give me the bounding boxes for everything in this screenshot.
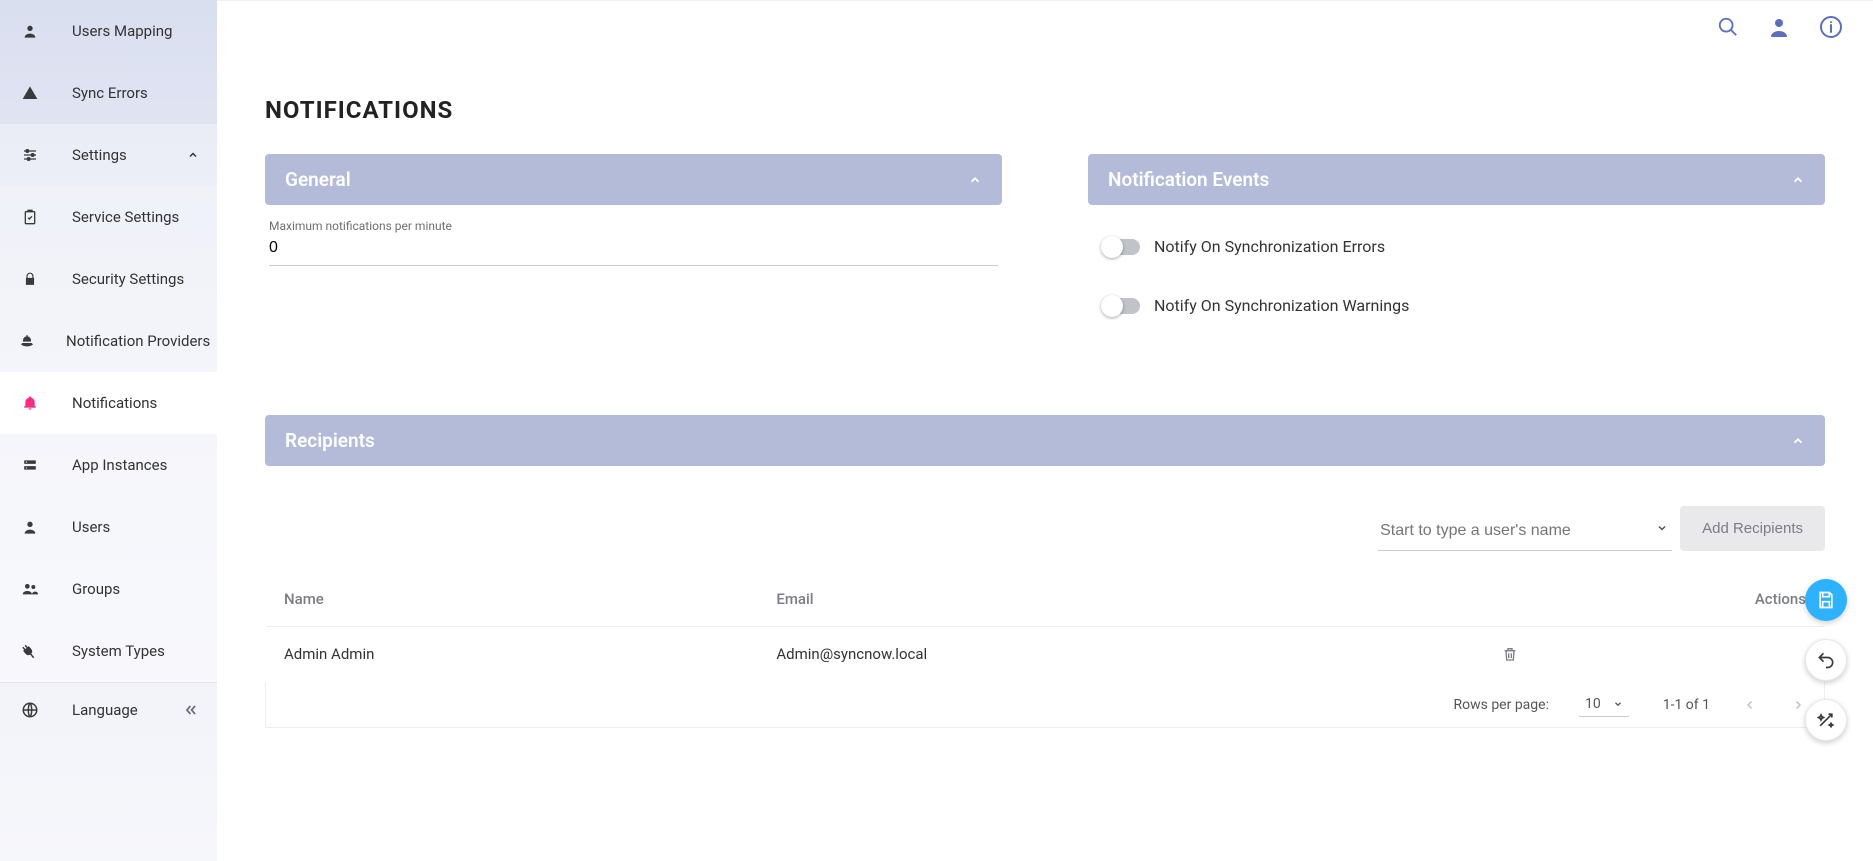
panel-header-general[interactable]: General — [265, 154, 1002, 205]
sidebar-item-system-types[interactable]: System Types — [0, 620, 217, 682]
sidebar-item-groups[interactable]: Groups — [0, 558, 217, 620]
user-icon — [18, 519, 42, 535]
globe-icon — [18, 701, 42, 719]
delete-recipient-button[interactable] — [1502, 645, 1806, 663]
sidebar-settings-submenu: Service Settings Security Settings Notif… — [0, 186, 217, 682]
sidebar-item-security-settings[interactable]: Security Settings — [0, 248, 217, 310]
panel-general: General Maximum notifications per minute — [265, 154, 1002, 355]
undo-fab[interactable] — [1805, 639, 1847, 681]
rows-per-page-select[interactable]: 10 — [1579, 692, 1629, 717]
panel-header-label: Notification Events — [1108, 168, 1269, 191]
main-content: NOTIFICATIONS General Maximum notificati… — [217, 0, 1873, 861]
toggle-notify-sync-errors: Notify On Synchronization Errors — [1102, 237, 1821, 256]
page-title: NOTIFICATIONS — [265, 96, 1825, 124]
chevron-up-icon — [187, 149, 199, 161]
toggle-notify-sync-warnings: Notify On Synchronization Warnings — [1102, 296, 1821, 315]
prev-page-button[interactable] — [1744, 698, 1756, 712]
lock-icon — [18, 271, 42, 287]
sidebar-item-label: Settings — [72, 146, 187, 164]
table-row: Admin Admin Admin@syncnow.local — [266, 627, 1825, 682]
sidebar-item-settings[interactable]: Settings — [0, 124, 217, 186]
field-max-notifications: Maximum notifications per minute — [269, 219, 998, 266]
sidebar-item-notification-providers[interactable]: Notification Providers — [0, 310, 217, 372]
toggle-label: Notify On Synchronization Warnings — [1154, 296, 1409, 315]
toggle-switch[interactable] — [1102, 298, 1140, 314]
recipient-picker-input[interactable] — [1378, 512, 1672, 551]
field-label: Maximum notifications per minute — [269, 219, 998, 233]
panel-notification-events: Notification Events Notify On Synchroniz… — [1088, 154, 1825, 355]
server-icon — [18, 458, 42, 472]
sidebar-footer: Language — [0, 682, 217, 737]
recipients-table: Name Email Actions Admin Admin Admin@syn… — [265, 571, 1825, 682]
panel-header-recipients[interactable]: Recipients — [265, 415, 1825, 466]
floating-actions — [1805, 579, 1847, 741]
save-fab[interactable] — [1805, 579, 1847, 621]
plug-icon — [18, 642, 42, 660]
info-icon[interactable] — [1819, 15, 1843, 39]
rows-per-page-label: Rows per page: — [1453, 697, 1548, 713]
rows-per-page-value: 10 — [1585, 696, 1601, 712]
sidebar-item-label: System Types — [72, 642, 199, 660]
clipboard-icon — [18, 208, 42, 226]
sidebar-item-sync-errors[interactable]: Sync Errors — [0, 62, 217, 124]
bell-icon — [18, 394, 42, 412]
panel-header-label: General — [285, 168, 351, 191]
user-icon — [18, 23, 42, 39]
sidebar-item-label: Service Settings — [72, 208, 199, 226]
sliders-icon — [18, 147, 42, 163]
cell-email: Admin@syncnow.local — [758, 627, 1484, 682]
sidebar-item-label: Users — [72, 518, 199, 536]
col-name: Name — [266, 572, 759, 627]
sidebar-item-users-mapping[interactable]: Users Mapping — [0, 0, 217, 62]
sidebar-item-label: Notification Providers — [66, 332, 210, 350]
sidebar-item-label: App Instances — [72, 456, 199, 474]
search-icon[interactable] — [1717, 16, 1739, 38]
topbar — [1717, 15, 1843, 39]
sidebar-item-label: Security Settings — [72, 270, 199, 288]
add-recipients-button[interactable]: Add Recipients — [1680, 506, 1825, 551]
chevron-up-icon — [968, 173, 982, 187]
chevron-up-icon — [1791, 173, 1805, 187]
sidebar-item-notifications[interactable]: Notifications — [0, 372, 217, 434]
sidebar-item-label: Users Mapping — [72, 22, 199, 40]
magic-fab[interactable] — [1805, 699, 1847, 741]
max-notifications-input[interactable] — [269, 233, 998, 266]
col-actions: Actions — [1484, 572, 1825, 627]
col-email: Email — [758, 572, 1484, 627]
user-menu-icon[interactable] — [1767, 15, 1791, 39]
pagination-range: 1-1 of 1 — [1663, 697, 1710, 713]
chevron-up-icon — [1791, 434, 1805, 448]
sidebar-item-app-instances[interactable]: App Instances — [0, 434, 217, 496]
next-page-button[interactable] — [1792, 698, 1804, 712]
sidebar: Users Mapping Sync Errors Settings Servi… — [0, 0, 217, 861]
sidebar-item-users[interactable]: Users — [0, 496, 217, 558]
recipients-controls: Add Recipients — [265, 506, 1825, 551]
sidebar-item-label: Sync Errors — [72, 84, 199, 102]
table-footer: Rows per page: 10 1-1 of 1 — [265, 682, 1825, 728]
panel-recipients: Recipients Add Recipients Name — [265, 415, 1825, 728]
cell-name: Admin Admin — [266, 627, 759, 682]
users-icon — [18, 581, 42, 597]
sidebar-item-label: Notifications — [72, 394, 199, 412]
sidebar-item-service-settings[interactable]: Service Settings — [0, 186, 217, 248]
toggle-switch[interactable] — [1102, 239, 1140, 255]
hand-bell-icon — [18, 333, 36, 349]
warning-icon — [18, 85, 42, 101]
sidebar-footer-label[interactable]: Language — [72, 701, 138, 719]
panel-header-label: Recipients — [285, 429, 375, 452]
panel-header-events[interactable]: Notification Events — [1088, 154, 1825, 205]
toggle-label: Notify On Synchronization Errors — [1154, 237, 1385, 256]
collapse-sidebar-icon[interactable] — [183, 703, 199, 717]
sidebar-item-label: Groups — [72, 580, 199, 598]
